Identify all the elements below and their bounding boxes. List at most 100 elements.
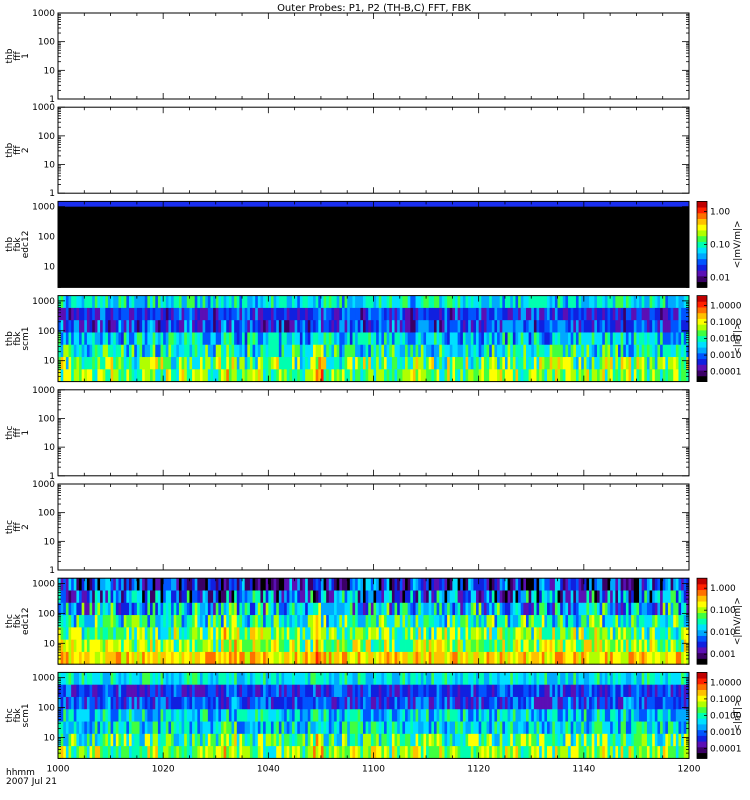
thc-fbk-edc12-cell [407, 602, 411, 616]
thc-fbk-edc12-cell [178, 627, 182, 641]
thb-fbk-scm1-cell [79, 369, 83, 382]
thb-fbk-scm1-cell [523, 320, 527, 333]
thb-fbk-scm1-cell [228, 344, 232, 358]
thc-fbk-edc12-cell [150, 615, 154, 628]
thc-fbk-edc12-cell [573, 615, 577, 628]
thc-fbk-edc12-cell [670, 578, 674, 591]
thc-fbk-scm1-cell [244, 721, 248, 735]
thc-fbk-edc12-cell [410, 639, 414, 653]
thb-fbk-scm1-cell [270, 332, 274, 346]
thb-fbk-scm1-cell [602, 320, 606, 333]
thc-fbk-edc12-cell [252, 578, 256, 591]
thc-fbk-edc12-cell [476, 627, 480, 641]
thc-fbk-edc12-cell [160, 639, 164, 653]
thb-fbk-scm1-cell [226, 307, 230, 321]
thc-fbk-edc12-cell [223, 639, 227, 653]
thc-fbk-edc12-cell [518, 615, 522, 628]
thc-fbk-edc12-cell [299, 602, 303, 616]
thb-fbk-scm1-cell [263, 344, 267, 358]
thc-fbk-edc12-cell [557, 627, 561, 641]
thb-fbk-scm1-cell [662, 357, 666, 370]
thb-fbk-scm1-cell [439, 357, 443, 370]
thc-fbk-edc12-cell [297, 639, 301, 653]
thc-fbk-scm1-cell [86, 684, 90, 698]
thc-fbk-edc12-cell [625, 615, 629, 628]
thc-fbk-edc12-cell [415, 590, 419, 604]
thc-fbk-edc12-cell [294, 590, 298, 604]
thc-fbk-edc12-cell [152, 590, 156, 604]
thc-fbk-edc12-cell [334, 590, 338, 604]
thc-fbk-edc12-cell [318, 639, 322, 653]
thc-fbk-scm1-cell [205, 733, 209, 747]
thc-fbk-edc12-cell [654, 590, 658, 604]
thc-fbk-scm1-cell [79, 746, 83, 759]
thb-fbk-scm1-cell [578, 307, 582, 321]
thb-fbk-scm1-cell [654, 369, 658, 382]
thb-fbk-scm1-cell [131, 344, 135, 358]
thc-fbk-scm1-cell [144, 746, 148, 759]
thb-fbk-scm1-cell [328, 344, 332, 358]
thc-fbk-edc12-cell [236, 651, 240, 665]
thc-fbk-edc12-cell [426, 602, 430, 616]
thc-fbk-edc12-cell [583, 590, 587, 604]
thc-fbk-edc12-cell [573, 602, 577, 616]
thc-fbk-scm1-cell [152, 721, 156, 735]
thb-fbk-scm1-cell [107, 307, 111, 321]
thc-fbk-scm1-cell [131, 721, 135, 735]
thc-fbk-edc12-cell [470, 639, 474, 653]
thc-fbk-scm1-cell [118, 709, 122, 722]
thc-fbk-edc12-cell [418, 578, 422, 591]
thc-fbk-edc12-cell [192, 615, 196, 628]
thb-fbk-edc12-colorbar-tick-label: 0.10 [710, 240, 730, 250]
thb-fbk-scm1-cell [531, 369, 535, 382]
thc-fbk-edc12-cell [147, 627, 151, 641]
thc-fbk-edc12-cell [71, 602, 75, 616]
thc-fbk-edc12-cell [410, 590, 414, 604]
thc-fbk-edc12-cell [68, 627, 72, 641]
thb-fbk-scm1-cell [441, 332, 445, 346]
thb-fbk-scm1-cell [255, 357, 259, 370]
thb-fbk-scm1-cell [623, 357, 627, 370]
thc-fbk-edc12-cell [523, 590, 527, 604]
thb-fbk-scm1-cell [625, 320, 629, 333]
thc-fbk-edc12-cell [394, 590, 398, 604]
thc-fbk-edc12-cell [223, 627, 227, 641]
thc-fbk-edc12-cell [512, 615, 516, 628]
thc-fbk-scm1-cell [334, 696, 338, 710]
thc-fbk-edc12-cell [307, 615, 311, 628]
thc-fbk-scm1-cell [221, 672, 225, 686]
thb-fbk-scm1-cell [210, 295, 214, 309]
thc-fbk-scm1-cell [202, 696, 206, 710]
thb-fbk-scm1-cell [71, 344, 75, 358]
thc-fbk-edc12-cell [228, 602, 232, 616]
thb-fbk-scm1-cell [533, 357, 537, 370]
thc-fbk-edc12-cell [649, 627, 653, 641]
thb-fbk-scm1-cell [657, 307, 661, 321]
thc-fbk-edc12-cell [84, 578, 88, 591]
thc-fbk-edc12-cell [389, 602, 393, 616]
thb-fbk-scm1-cell [449, 332, 453, 346]
thc-fbk-edc12-cell [570, 639, 574, 653]
thc-fbk-scm1-cell [142, 684, 146, 698]
thb-fbk-scm1-cell [247, 307, 251, 321]
thb-fbk-scm1-cell [418, 332, 422, 346]
thc-fbk-edc12-cell [573, 651, 577, 665]
thc-fbk-edc12-cell [73, 602, 77, 616]
thc-fbk-scm1-cell [273, 721, 277, 735]
thb-fbk-scm1-cell [405, 357, 409, 370]
thb-fbk-scm1-cell [662, 320, 666, 333]
thb-fbk-scm1-cell [483, 332, 487, 346]
thb-fbk-scm1-cell [589, 295, 593, 309]
thc-fbk-scm1-cell [178, 709, 182, 722]
thb-fbk-scm1-cell [565, 332, 569, 346]
thb-fbk-scm1-cell [355, 320, 359, 333]
thc-fbk-scm1-cell [113, 746, 117, 759]
thc-fbk-edc12-cell [107, 627, 111, 641]
thb-fbk-scm1-cell [355, 344, 359, 358]
thc-fbk-scm1-cell [84, 746, 88, 759]
thb-fbk-scm1-cell [628, 357, 632, 370]
thb-fbk-scm1-cell [599, 332, 603, 346]
thc-fbk-edc12-cell [281, 602, 285, 616]
thb-fbk-scm1-cell [433, 295, 437, 309]
thb-fbk-scm1-cell [399, 344, 403, 358]
